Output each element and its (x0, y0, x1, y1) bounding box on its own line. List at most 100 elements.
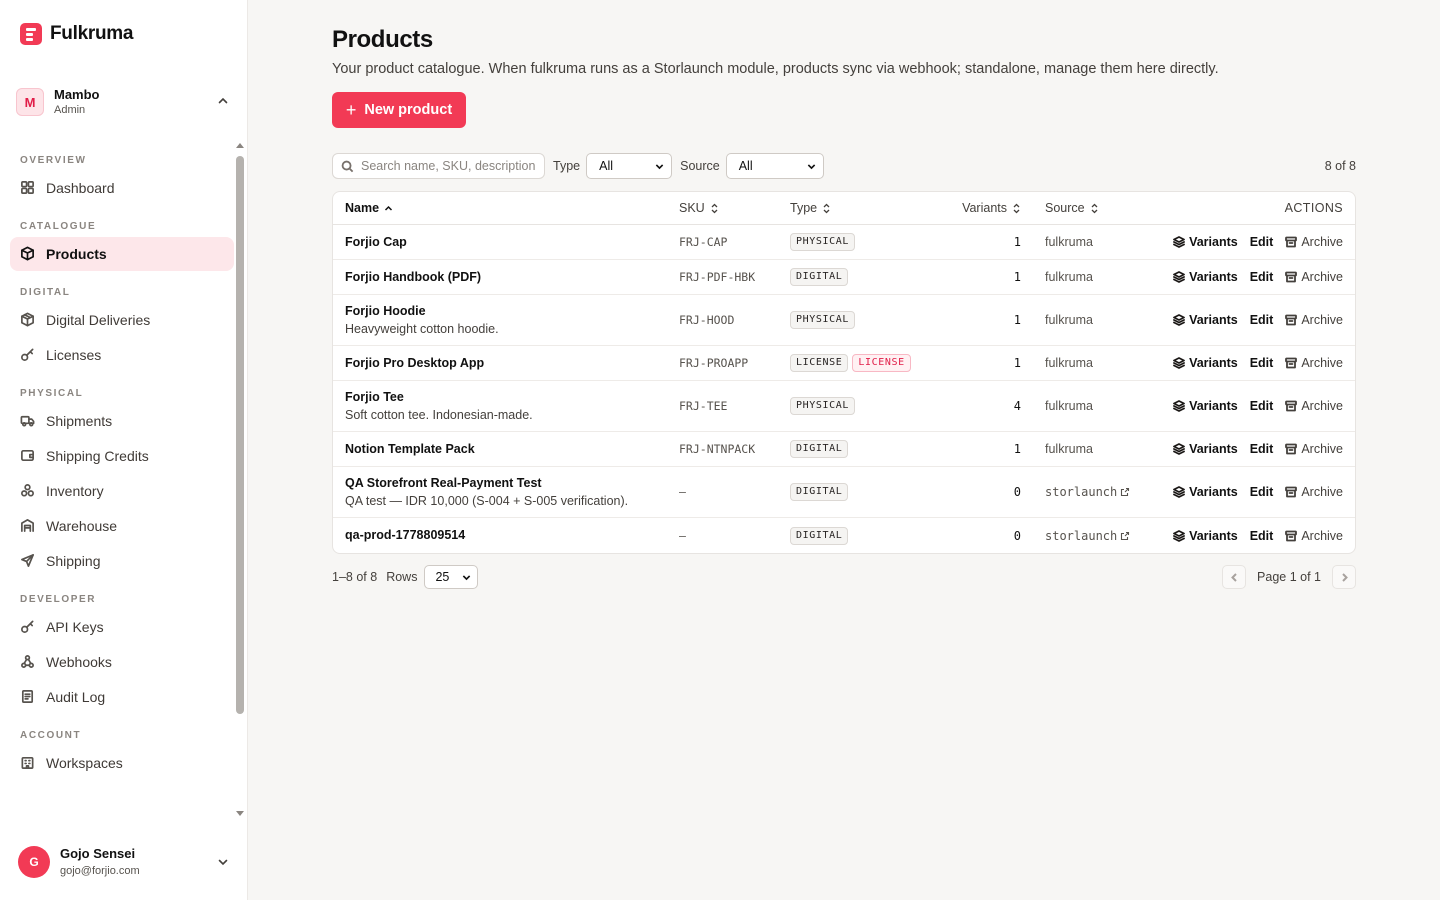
sidebar-item-shipments[interactable]: Shipments (10, 404, 234, 438)
variants-button[interactable]: Variants (1173, 442, 1238, 456)
new-product-button[interactable]: + New product (332, 92, 466, 128)
archive-button[interactable]: Archive (1285, 442, 1343, 456)
sidebar-nav: OVERVIEW Dashboard CATALOGUE Products DIGITA… (10, 140, 234, 816)
sidebar-item-dashboard[interactable]: Dashboard (10, 171, 234, 205)
product-name[interactable]: Notion Template Pack (345, 441, 679, 458)
sidebar-item-workspaces[interactable]: Workspaces (10, 746, 234, 780)
workspace-switcher[interactable]: M Mambo Admin (16, 82, 232, 122)
table-row[interactable]: Forjio Tee Soft cotton tee. Indonesian-ma… (333, 381, 1355, 432)
sidebar-item-label: Shipments (46, 413, 113, 429)
edit-button[interactable]: Edit (1250, 235, 1274, 249)
archive-icon (1285, 443, 1298, 455)
rows-per-page-select[interactable]: 25 (424, 565, 479, 589)
sidebar-item-warehouse[interactable]: Warehouse (10, 509, 234, 543)
edit-button[interactable]: Edit (1250, 399, 1274, 413)
sidebar-item-licenses[interactable]: Licenses (10, 338, 234, 372)
variants-button-label: Variants (1189, 270, 1238, 284)
source-label: storlaunch (1045, 528, 1118, 543)
plus-icon: + (345, 100, 357, 120)
sidebar-item-digital-deliveries[interactable]: Digital Deliveries (10, 303, 234, 337)
product-name[interactable]: qa-prod-1778809514 (345, 527, 679, 544)
search-box[interactable] (332, 153, 545, 179)
product-name[interactable]: Forjio Pro Desktop App (345, 355, 679, 372)
archive-button[interactable]: Archive (1285, 313, 1343, 327)
variants-button[interactable]: Variants (1173, 356, 1238, 370)
search-input[interactable] (361, 159, 541, 173)
sidebar-item-products[interactable]: Products (10, 237, 234, 271)
nav-section-catalogue: CATALOGUE (20, 221, 97, 232)
archive-button[interactable]: Archive (1285, 529, 1343, 543)
product-name[interactable]: Forjio Hoodie (345, 303, 679, 320)
row-actions: Variants Edit Archive (1151, 442, 1355, 456)
source-cell[interactable]: storlaunch (1021, 529, 1151, 543)
variants-button[interactable]: Variants (1173, 270, 1238, 284)
edit-button[interactable]: Edit (1250, 313, 1274, 327)
brand[interactable]: Fulkruma (20, 22, 133, 46)
edit-button[interactable]: Edit (1250, 529, 1274, 543)
variants-button[interactable]: Variants (1173, 529, 1238, 543)
archive-button[interactable]: Archive (1285, 235, 1343, 249)
table-row[interactable]: Notion Template Pack FRJ-NTNPACK DIGITAL 1 f… (333, 432, 1355, 467)
product-name[interactable]: Forjio Handbook (PDF) (345, 269, 679, 286)
edit-button[interactable]: Edit (1250, 485, 1274, 499)
sidebar-item-shipping-credits[interactable]: Shipping Credits (10, 439, 234, 473)
scroll-up-arrow[interactable] (236, 143, 244, 148)
edit-button[interactable]: Edit (1250, 356, 1274, 370)
archive-icon (1285, 400, 1298, 412)
archive-button-label: Archive (1301, 399, 1343, 413)
variants-button[interactable]: Variants (1173, 313, 1238, 327)
sidebar-item-webhooks[interactable]: Webhooks (10, 645, 234, 679)
product-cell: Forjio Cap (333, 234, 679, 251)
type-badge: DIGITAL (790, 268, 849, 286)
variants-button-label: Variants (1189, 235, 1238, 249)
variants-button[interactable]: Variants (1173, 235, 1238, 249)
table-body: Forjio Cap FRJ-CAP PHYSICAL 1 fulkruma Varian… (333, 225, 1355, 553)
product-cell: Notion Template Pack (333, 441, 679, 458)
variants-button[interactable]: Variants (1173, 399, 1238, 413)
table-row[interactable]: Forjio Cap FRJ-CAP PHYSICAL 1 fulkruma Varian… (333, 225, 1355, 260)
column-sku[interactable]: SKU (679, 201, 790, 215)
table-row[interactable]: qa-prod-1778809514– DIGITAL 0 storlaunch Var… (333, 518, 1355, 553)
sidebar-item-inventory[interactable]: Inventory (10, 474, 234, 508)
scroll-down-arrow[interactable] (236, 811, 244, 816)
table-row[interactable]: QA Storefront Real-Payment Test QA test —… (333, 467, 1355, 518)
table-row[interactable]: Forjio Hoodie Heavyweight cotton hoodie. F… (333, 295, 1355, 346)
scrollbar-thumb[interactable] (236, 156, 244, 714)
archive-button[interactable]: Archive (1285, 485, 1343, 499)
row-actions: Variants Edit Archive (1151, 485, 1355, 499)
chevron-right-icon (1341, 572, 1348, 582)
next-page-button[interactable] (1332, 565, 1356, 589)
source-cell: fulkruma (1021, 235, 1151, 249)
product-description: Soft cotton tee. Indonesian-made. (345, 407, 533, 422)
sidebar-item-audit-log[interactable]: Audit Log (10, 680, 234, 714)
column-type[interactable]: Type (790, 201, 938, 215)
product-cell: Forjio Pro Desktop App (333, 355, 679, 372)
product-name[interactable]: Forjio Tee (345, 389, 679, 406)
prev-page-button[interactable] (1222, 565, 1247, 589)
archive-button[interactable]: Archive (1285, 270, 1343, 284)
table-row[interactable]: Forjio Pro Desktop App FRJ-PROAPP LICENSE L… (333, 346, 1355, 381)
chevron-down-icon (218, 859, 228, 866)
edit-button[interactable]: Edit (1250, 442, 1274, 456)
type-filter-select[interactable]: All (586, 153, 673, 179)
column-name[interactable]: Name (333, 201, 679, 215)
archive-button[interactable]: Archive (1285, 356, 1343, 370)
column-source[interactable]: Source (1021, 201, 1151, 215)
building-icon (20, 755, 36, 771)
source-filter-select[interactable]: All (725, 153, 824, 179)
archive-button[interactable]: Archive (1285, 399, 1343, 413)
type-cell: PHYSICAL (790, 311, 938, 329)
product-name[interactable]: QA Storefront Real-Payment Test (345, 475, 679, 492)
column-source-label: Source (1045, 201, 1085, 215)
variants-button[interactable]: Variants (1173, 485, 1238, 499)
source-cell[interactable]: storlaunch (1021, 485, 1151, 499)
product-name[interactable]: Forjio Cap (345, 234, 679, 251)
user-menu[interactable]: G Gojo Sensei gojo@forjio.com (18, 843, 232, 881)
sidebar-item-shipping[interactable]: Shipping (10, 544, 234, 578)
table-row[interactable]: Forjio Handbook (PDF) FRJ-PDF-HBK DIGITAL 1… (333, 260, 1355, 295)
column-variants[interactable]: Variants (938, 201, 1021, 215)
box-icon (20, 246, 36, 262)
sidebar-item-api-keys[interactable]: API Keys (10, 610, 234, 644)
edit-button[interactable]: Edit (1250, 270, 1274, 284)
sidebar-scrollbar[interactable] (235, 140, 245, 820)
